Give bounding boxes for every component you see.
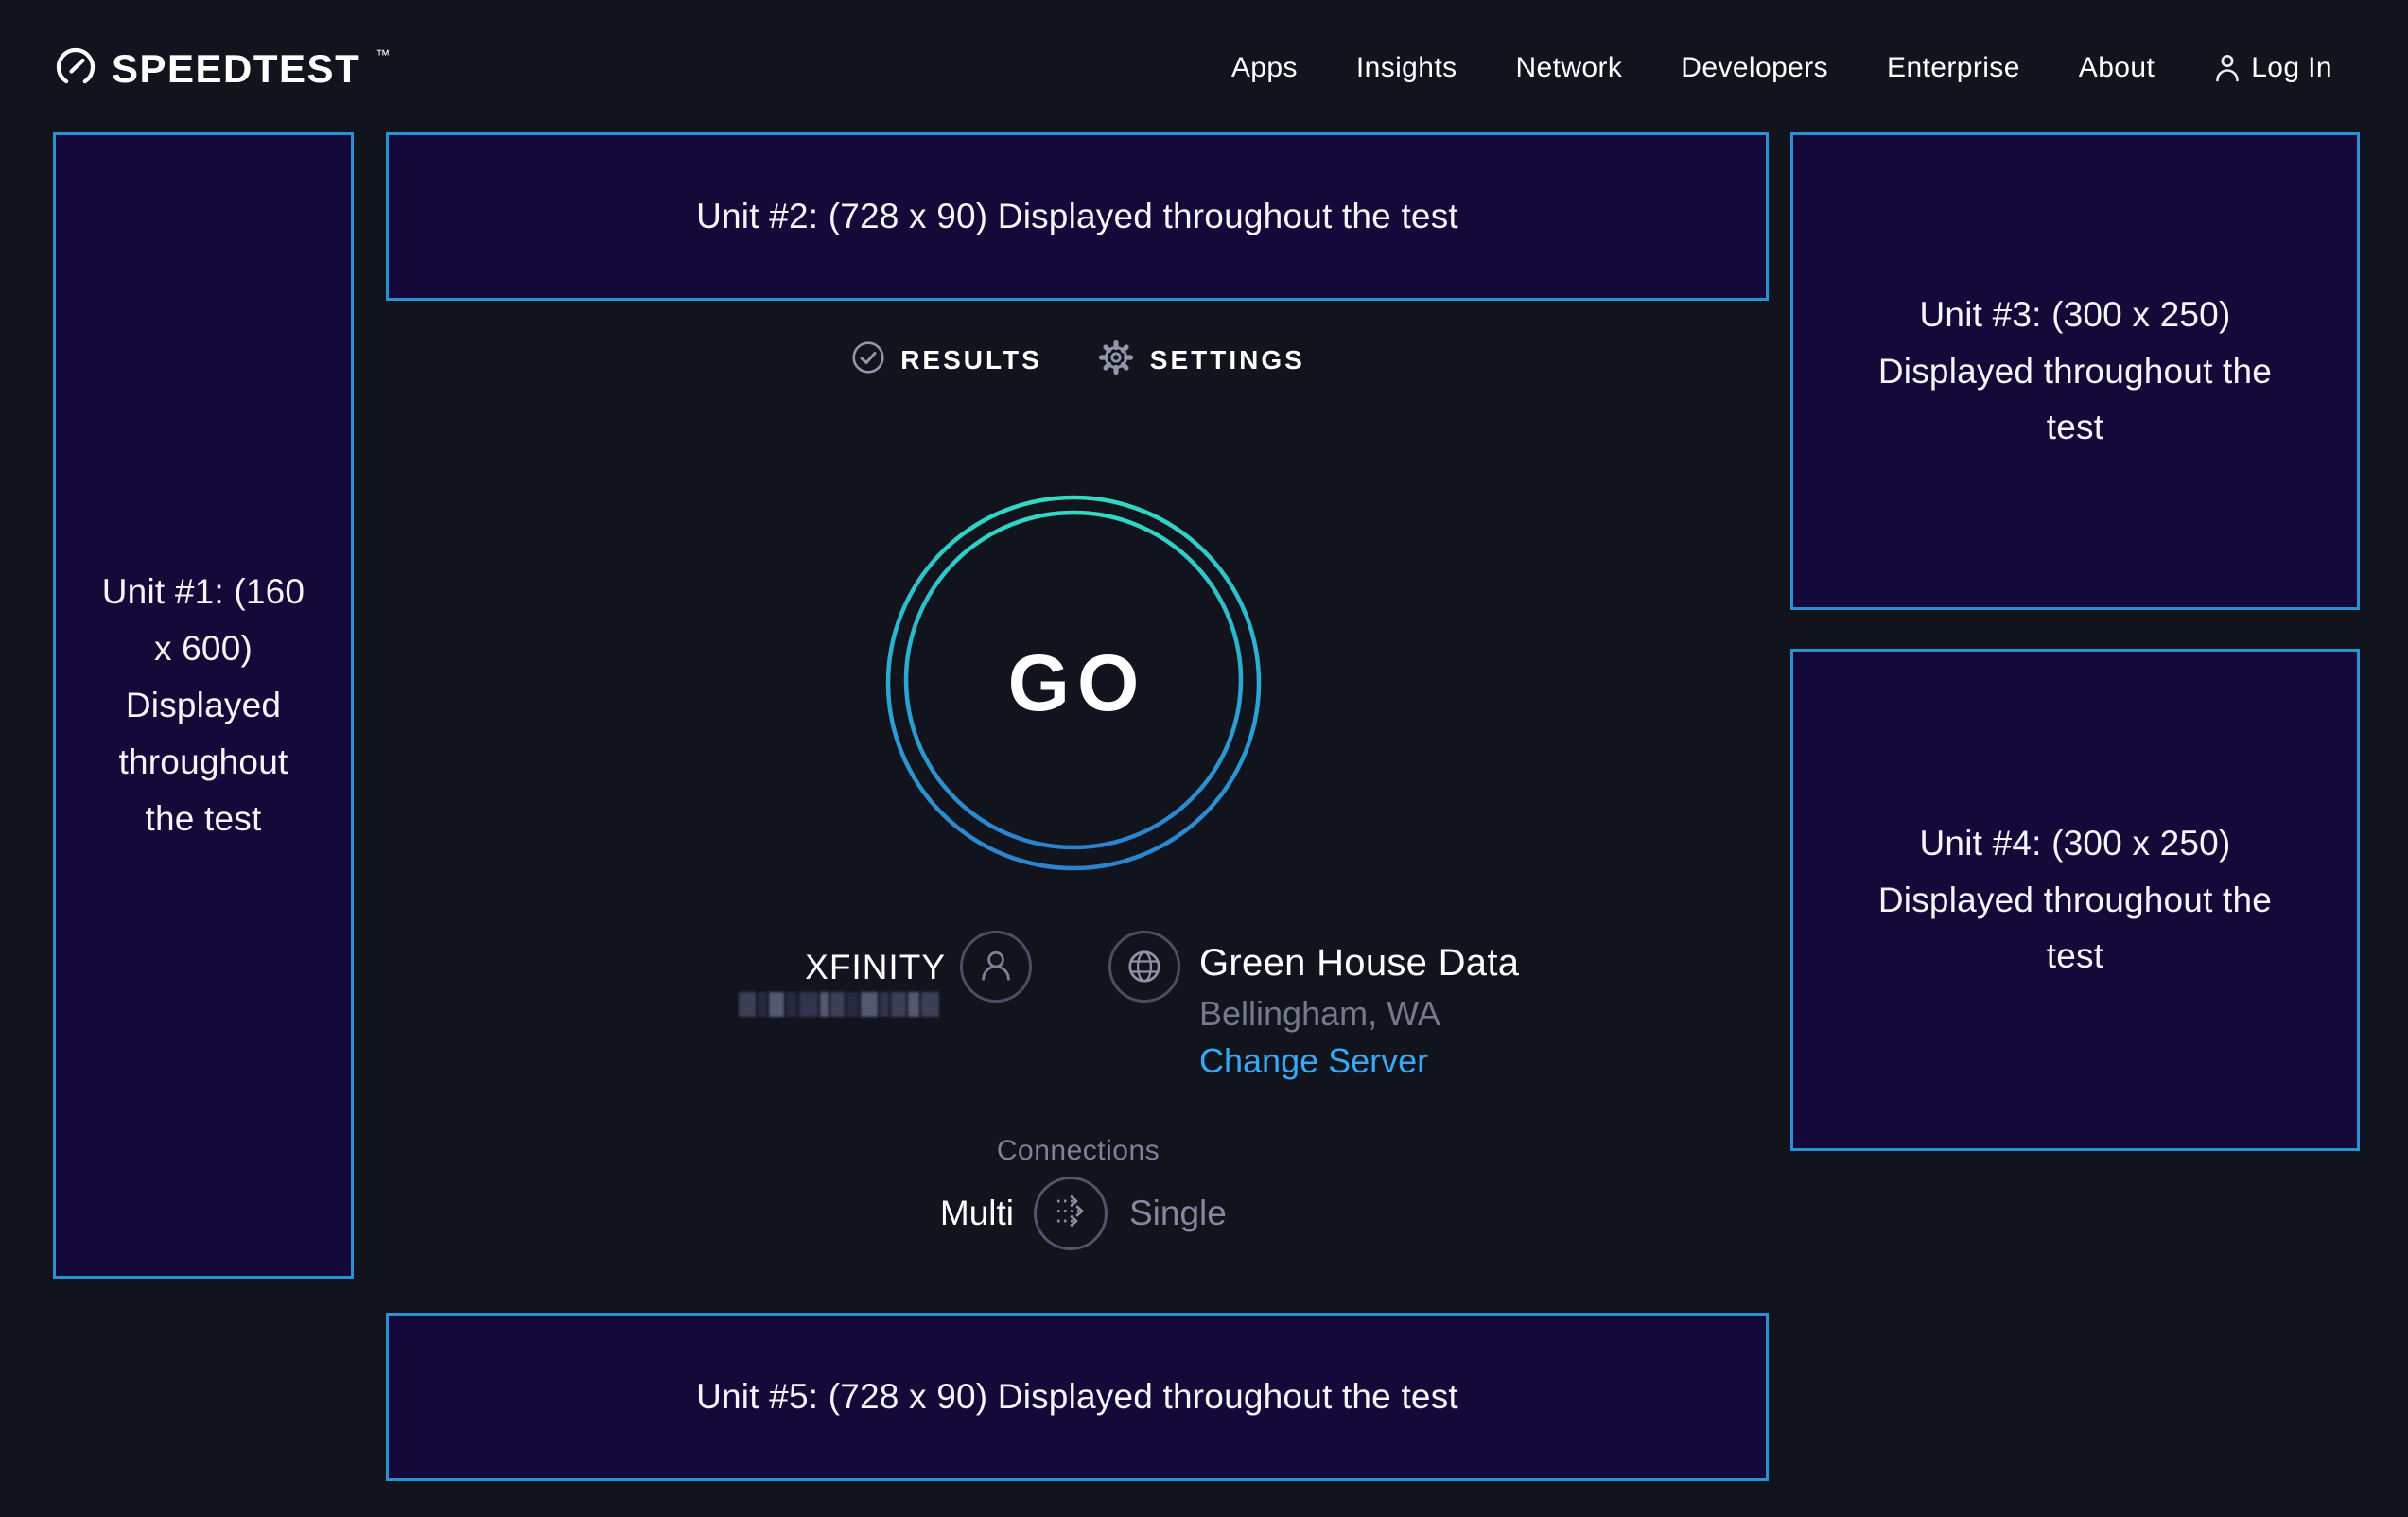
speedtest-page: SPEEDTEST ™ Apps Insights Network Develo… <box>0 0 2408 1517</box>
tab-settings[interactable]: SETTINGS <box>1097 339 1305 381</box>
nav-item-network[interactable]: Network <box>1515 52 1622 84</box>
ad-unit-2[interactable]: Unit #2: (728 x 90) Displayed throughout… <box>386 132 1769 301</box>
speedtest-logo[interactable]: SPEEDTEST ™ <box>53 44 388 94</box>
ad-unit-4[interactable]: Unit #4: (300 x 250) Displayed throughou… <box>1790 649 2360 1151</box>
nav-item-apps[interactable]: Apps <box>1231 52 1298 84</box>
main-nav: Apps Insights Network Developers Enterpr… <box>1231 0 2332 136</box>
connections-single-option[interactable]: Single <box>1129 1194 1227 1233</box>
tab-results[interactable]: RESULTS <box>851 339 1042 381</box>
user-icon <box>2213 52 2242 84</box>
go-button[interactable]: GO <box>884 494 1263 872</box>
nav-item-enterprise[interactable]: Enterprise <box>1887 52 2020 84</box>
connections-toggle[interactable] <box>1034 1177 1108 1250</box>
ad-unit-1-label: Unit #1: (160 x 600) Displayed throughou… <box>56 564 351 847</box>
speedometer-icon <box>53 44 98 94</box>
go-label: GO <box>884 494 1263 872</box>
ad-unit-4-label: Unit #4: (300 x 250) Displayed throughou… <box>1793 815 2357 985</box>
check-circle-icon <box>851 340 885 379</box>
login-label: Log In <box>2251 52 2332 84</box>
ad-unit-3-label: Unit #3: (300 x 250) Displayed throughou… <box>1793 287 2357 457</box>
nav-item-insights[interactable]: Insights <box>1356 52 1457 84</box>
top-nav-bar: SPEEDTEST ™ Apps Insights Network Develo… <box>0 0 2408 136</box>
isp-name[interactable]: XFINITY <box>605 948 946 987</box>
connections-label: Connections <box>386 1135 1771 1167</box>
ad-unit-1[interactable]: Unit #1: (160 x 600) Displayed throughou… <box>53 132 354 1279</box>
gear-icon <box>1097 339 1135 381</box>
nav-item-about[interactable]: About <box>2079 52 2155 84</box>
ad-unit-5[interactable]: Unit #5: (728 x 90) Displayed throughout… <box>386 1313 1769 1481</box>
logo-wordmark: SPEEDTEST <box>112 49 360 89</box>
logo-trademark: ™ <box>375 47 390 63</box>
tab-settings-label: SETTINGS <box>1150 345 1305 375</box>
globe-icon <box>1108 931 1180 1003</box>
person-icon <box>960 931 1032 1003</box>
ad-unit-2-label: Unit #2: (728 x 90) Displayed throughout… <box>696 188 1458 245</box>
server-name: Green House Data <box>1199 942 1519 985</box>
ad-unit-3[interactable]: Unit #3: (300 x 250) Displayed throughou… <box>1790 132 2360 610</box>
connections-multi-option[interactable]: Multi <box>757 1194 1014 1233</box>
change-server-link[interactable]: Change Server <box>1199 1041 1428 1081</box>
login-button[interactable]: Log In <box>2213 52 2332 84</box>
results-settings-tabs: RESULTS <box>386 339 1771 381</box>
nav-item-developers[interactable]: Developers <box>1681 52 1828 84</box>
tab-results-label: RESULTS <box>900 345 1042 375</box>
server-location: Bellingham, WA <box>1199 994 1440 1034</box>
ip-address-redacted <box>739 992 939 1017</box>
ad-unit-5-label: Unit #5: (728 x 90) Displayed throughout… <box>696 1369 1458 1425</box>
multi-arrows-icon <box>1038 1177 1105 1249</box>
